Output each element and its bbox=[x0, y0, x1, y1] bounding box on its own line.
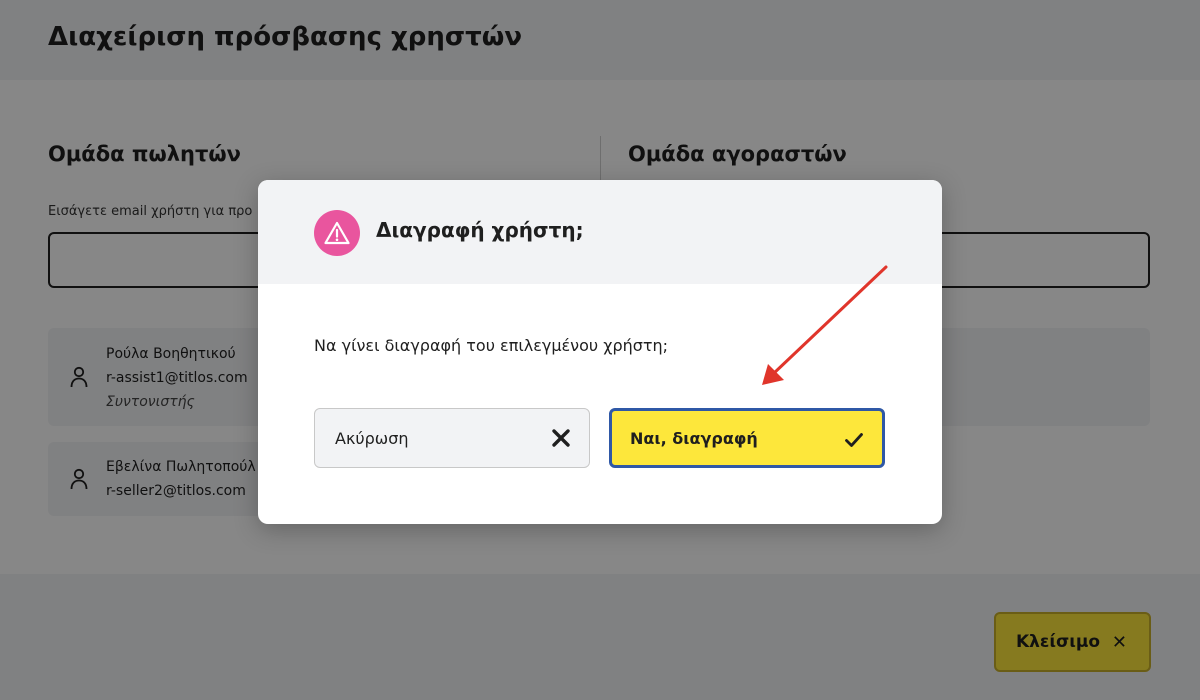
dialog-title: Διαγραφή χρήστη; bbox=[376, 218, 584, 242]
confirm-delete-button[interactable]: Ναι, διαγραφή bbox=[609, 408, 885, 468]
confirm-button-label: Ναι, διαγραφή bbox=[630, 428, 758, 448]
checkmark-icon bbox=[845, 433, 863, 447]
delete-user-dialog: Διαγραφή χρήστη; Να γίνει διαγραφή του ε… bbox=[258, 180, 942, 524]
dialog-header: Διαγραφή χρήστη; bbox=[258, 180, 942, 284]
cancel-button-label: Ακύρωση bbox=[335, 428, 409, 448]
warning-icon bbox=[314, 210, 360, 256]
cancel-button[interactable]: Ακύρωση bbox=[314, 408, 590, 468]
x-icon bbox=[552, 429, 570, 447]
dialog-message: Να γίνει διαγραφή του επιλεγμένου χρήστη… bbox=[314, 336, 669, 355]
